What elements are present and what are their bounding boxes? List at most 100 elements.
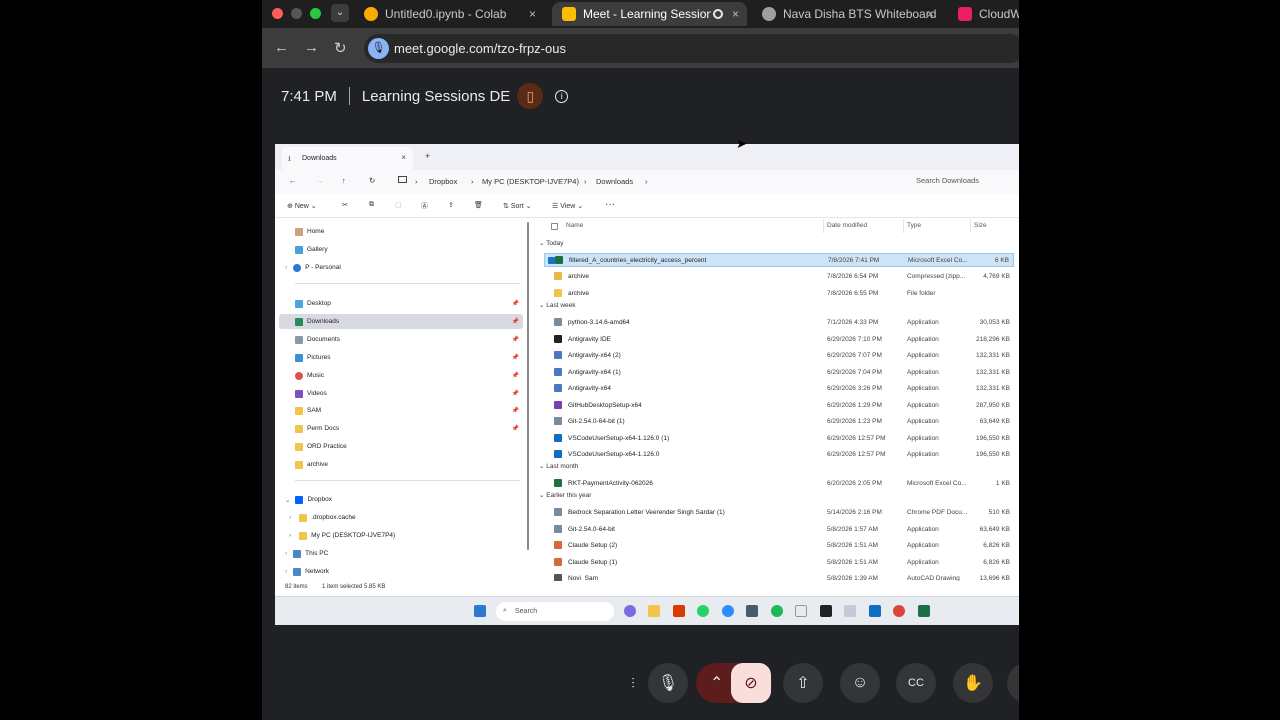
chrome-icon[interactable] (893, 605, 905, 617)
back-icon[interactable]: ← (289, 176, 297, 185)
cut-icon[interactable]: ✂ (342, 201, 348, 209)
emoji-reactions-button[interactable]: ☺ (840, 663, 880, 703)
group-header-last-month[interactable]: ⌄ Last month (539, 462, 578, 470)
nav-item-personal[interactable]: › P - Personal (285, 260, 341, 275)
pin-icon[interactable]: 📌 (512, 425, 519, 432)
nav-item-desktop[interactable]: Desktop 📌 (295, 296, 523, 311)
nav-item-perm-docs[interactable]: Perm Docs 📌 (295, 421, 523, 436)
up-icon[interactable]: ↑ (342, 176, 346, 185)
file-row[interactable]: Claude Setup (2) 5/8/2026 1:51 AM Applicat… (544, 538, 1014, 552)
nav-item-sam[interactable]: SAM 📌 (295, 403, 523, 418)
pin-icon[interactable]: 📌 (512, 407, 519, 414)
file-row[interactable]: VSCodeUserSetup-x64-1.126.0 6/29/2026 12:… (544, 447, 1014, 461)
address-bar[interactable]: 🎙 meet.google.com/tzo-frpz-ous (364, 34, 1019, 63)
delete-icon[interactable]: 🗑 (474, 201, 483, 209)
nav-item-ord-practice[interactable]: ORD Practice (295, 439, 347, 454)
file-row[interactable]: archive 7/8/2026 6:55 PM File folder (544, 286, 1014, 300)
file-row[interactable]: Antigravity IDE 6/29/2026 7:10 PM Applicat… (544, 332, 1014, 346)
tab-colab[interactable]: Untitled0.ipynb - Colab × (354, 2, 544, 26)
file-explorer-icon[interactable] (648, 605, 660, 617)
refresh-icon[interactable]: ↻ (369, 176, 375, 185)
antigravity-ide-icon[interactable] (820, 605, 832, 617)
captions-button[interactable]: CC (896, 663, 936, 703)
present-screen-button[interactable]: ⇧ (783, 663, 823, 703)
column-header-type[interactable]: Type (907, 222, 921, 229)
file-row[interactable]: archive 7/8/2026 6:54 PM Compressed (zipp.… (544, 269, 1014, 283)
file-row[interactable]: Claude Setup (1) 5/8/2026 1:51 AM Applicat… (544, 555, 1014, 569)
column-header-name[interactable]: Name (566, 222, 583, 229)
rename-icon[interactable]: Ⓐ (421, 201, 428, 211)
nav-item-dropbox[interactable]: ⌄ Dropbox (285, 492, 332, 507)
copilot-icon[interactable] (624, 605, 636, 617)
share-icon[interactable]: ⇪ (448, 201, 454, 209)
close-window-button[interactable] (272, 8, 283, 19)
nav-item-gallery[interactable]: Gallery (295, 242, 328, 257)
new-tab-icon[interactable]: + (425, 151, 430, 161)
tab-meet[interactable]: Meet - Learning Sessions × (552, 2, 747, 26)
paste-icon[interactable]: ▢ (395, 201, 402, 209)
search-input[interactable]: Search Downloads (916, 176, 979, 185)
tab-close-icon[interactable]: × (927, 7, 934, 21)
file-row[interactable]: RKT-PaymentActivity-062026 6/20/2026 2:05… (544, 476, 1014, 490)
tab-whiteboard[interactable]: Nava Disha BTS Whiteboard × (752, 2, 942, 26)
breadcrumb-item[interactable]: Downloads (596, 177, 633, 186)
zoom-icon[interactable] (722, 605, 734, 617)
nav-item-videos[interactable]: Videos 📌 (295, 386, 523, 401)
new-button[interactable]: ⊕ New ⌄ (287, 202, 317, 210)
pin-icon[interactable]: 📌 (512, 318, 519, 325)
tab-close-icon[interactable]: × (732, 7, 739, 21)
vscode-icon[interactable] (869, 605, 881, 617)
breadcrumb-item[interactable]: My PC (DESKTOP-IJVE7P4) (482, 177, 579, 186)
group-header-earlier[interactable]: ⌄ Earlier this year (539, 491, 591, 499)
nav-item-archive[interactable]: archive (295, 457, 328, 472)
more-icon[interactable]: ··· (605, 199, 615, 210)
file-row[interactable]: Antigravity-x64 (2) 6/29/2026 7:07 PM Appl… (544, 348, 1014, 362)
column-header-date[interactable]: Date modified (827, 222, 867, 229)
microphone-icon[interactable]: 🎙 (368, 38, 389, 59)
minimize-window-button[interactable] (291, 8, 302, 19)
pin-icon[interactable]: 📌 (512, 354, 519, 361)
file-row[interactable]: Git-2.54.0-64-bit 5/8/2026 1:57 AM Applica… (544, 522, 1014, 536)
copy-icon[interactable]: ⧉ (369, 201, 374, 209)
whatsapp-icon[interactable] (697, 605, 709, 617)
forward-icon[interactable]: → (304, 39, 319, 56)
calculator-icon[interactable] (746, 605, 758, 617)
group-header-today[interactable]: ⌄ Today (539, 239, 564, 247)
breadcrumb-item[interactable]: Dropbox (429, 177, 457, 186)
maximize-window-button[interactable] (310, 8, 321, 19)
breadcrumb[interactable]: › Dropbox › My PC (DESKTOP-IJVE7P4) › Do… (393, 173, 893, 191)
nav-item-documents[interactable]: Documents 📌 (295, 332, 523, 347)
nav-item-music[interactable]: Music 📌 (295, 368, 523, 383)
select-all-checkbox[interactable] (551, 223, 558, 230)
pin-icon[interactable]: 📌 (512, 336, 519, 343)
file-row[interactable]: Bedrock Separation Letter Veerender Sing… (544, 505, 1014, 519)
snipping-tool-icon[interactable] (844, 605, 856, 617)
nav-item-home[interactable]: Home (295, 224, 324, 239)
more-options-button[interactable] (1007, 663, 1019, 703)
forward-icon[interactable]: → (316, 176, 324, 185)
start-icon[interactable] (474, 605, 486, 617)
nav-item-network[interactable]: › Network (285, 564, 329, 579)
file-row[interactable]: Antigravity-x64 6/29/2026 3:26 PM Applicat… (544, 381, 1014, 395)
file-row[interactable]: filtered_A_countries_electricity_access_… (544, 253, 1014, 267)
file-row[interactable]: python-3.14.6-amd64 7/1/2026 4:33 PM Appli… (544, 315, 1014, 329)
group-header-last-week[interactable]: ⌄ Last week (539, 301, 576, 309)
file-row[interactable]: Antigravity-x64 (1) 6/29/2026 7:04 PM Appl… (544, 365, 1014, 379)
nav-item-dropbox-cache[interactable]: › .dropbox.cache (289, 510, 356, 525)
raise-hand-button[interactable]: ✋ (953, 663, 993, 703)
tab-search-button[interactable]: ⌄ (331, 4, 349, 22)
sort-button[interactable]: ⇅ Sort ⌄ (503, 202, 531, 210)
camera-off-button[interactable]: ⊘ (731, 663, 771, 703)
view-button[interactable]: ☰ View ⌄ (552, 202, 583, 210)
back-icon[interactable]: ← (274, 39, 289, 56)
tab-close-icon[interactable]: × (529, 7, 536, 21)
file-row[interactable]: VSCodeUserSetup-x64-1.126.0 (1) 6/29/2026… (544, 431, 1014, 445)
close-icon[interactable]: × (401, 153, 406, 162)
tab-cloudwa[interactable]: CloudWa (948, 2, 1019, 26)
row-checkbox[interactable] (548, 256, 555, 264)
nav-item-my-pc[interactable]: › My PC (DESKTOP-IJVE7P4) (289, 528, 395, 543)
antigravity-icon[interactable] (795, 605, 807, 617)
pin-icon[interactable]: 📌 (512, 390, 519, 397)
nav-scrollbar[interactable] (527, 222, 529, 550)
excel-icon[interactable] (918, 605, 930, 617)
